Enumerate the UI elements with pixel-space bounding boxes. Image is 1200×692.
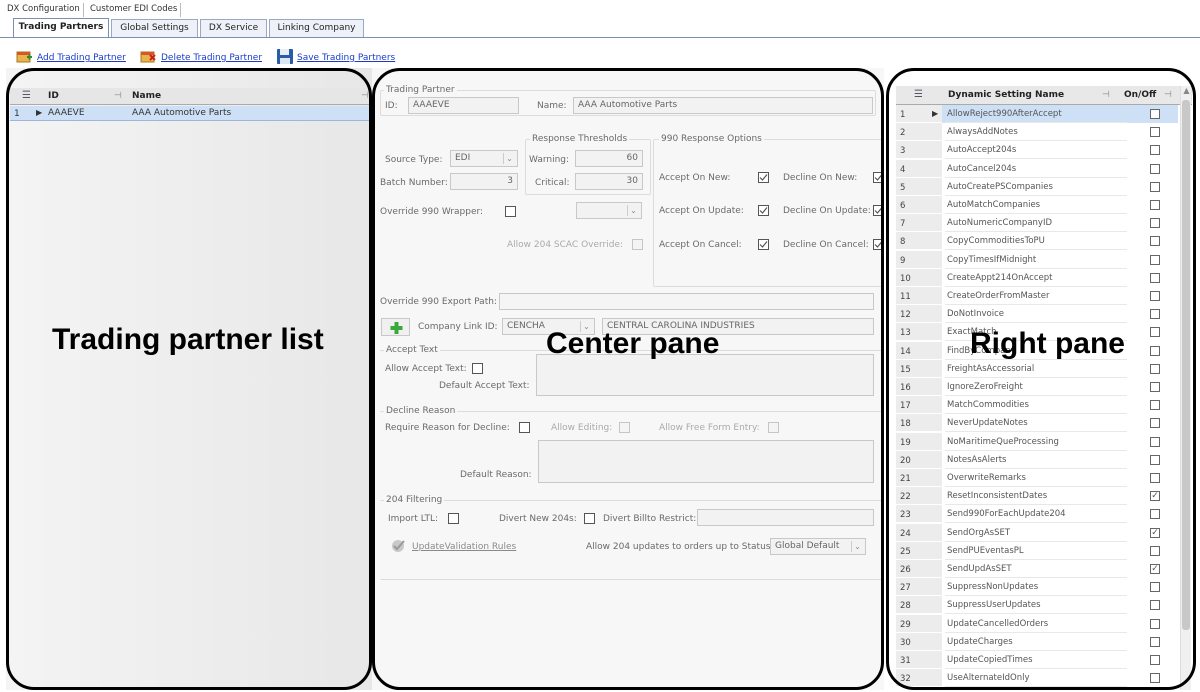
left-pane-outline xyxy=(6,68,372,690)
add-partner-icon[interactable] xyxy=(16,49,33,64)
tab-dx-service[interactable]: DX Service xyxy=(200,19,267,37)
app-window: DX Configuration Customer EDI Codes Trad… xyxy=(0,0,1200,692)
left-pane-annotation: Trading partner list xyxy=(52,323,324,356)
tab-customer-edi-codes[interactable]: Customer EDI Codes xyxy=(87,3,182,17)
add-trading-partner-button[interactable]: Add Trading Partner xyxy=(37,53,126,63)
center-pane-outline xyxy=(372,68,884,690)
save-trading-partners-button[interactable]: Save Trading Partners xyxy=(297,53,395,63)
right-pane-outline xyxy=(886,68,1196,690)
tab-global-settings[interactable]: Global Settings xyxy=(111,19,198,37)
center-pane-annotation: Center pane xyxy=(546,327,720,360)
tab-dx-configuration[interactable]: DX Configuration xyxy=(4,3,84,17)
save-icon[interactable] xyxy=(276,48,294,65)
tab-trading-partners[interactable]: Trading Partners xyxy=(13,18,109,38)
right-pane-annotation: Right pane xyxy=(970,327,1125,360)
tab-divider xyxy=(0,37,1200,38)
delete-partner-icon[interactable] xyxy=(140,49,157,64)
tab-linking-company[interactable]: Linking Company xyxy=(269,19,364,37)
delete-trading-partner-button[interactable]: Delete Trading Partner xyxy=(161,53,262,63)
